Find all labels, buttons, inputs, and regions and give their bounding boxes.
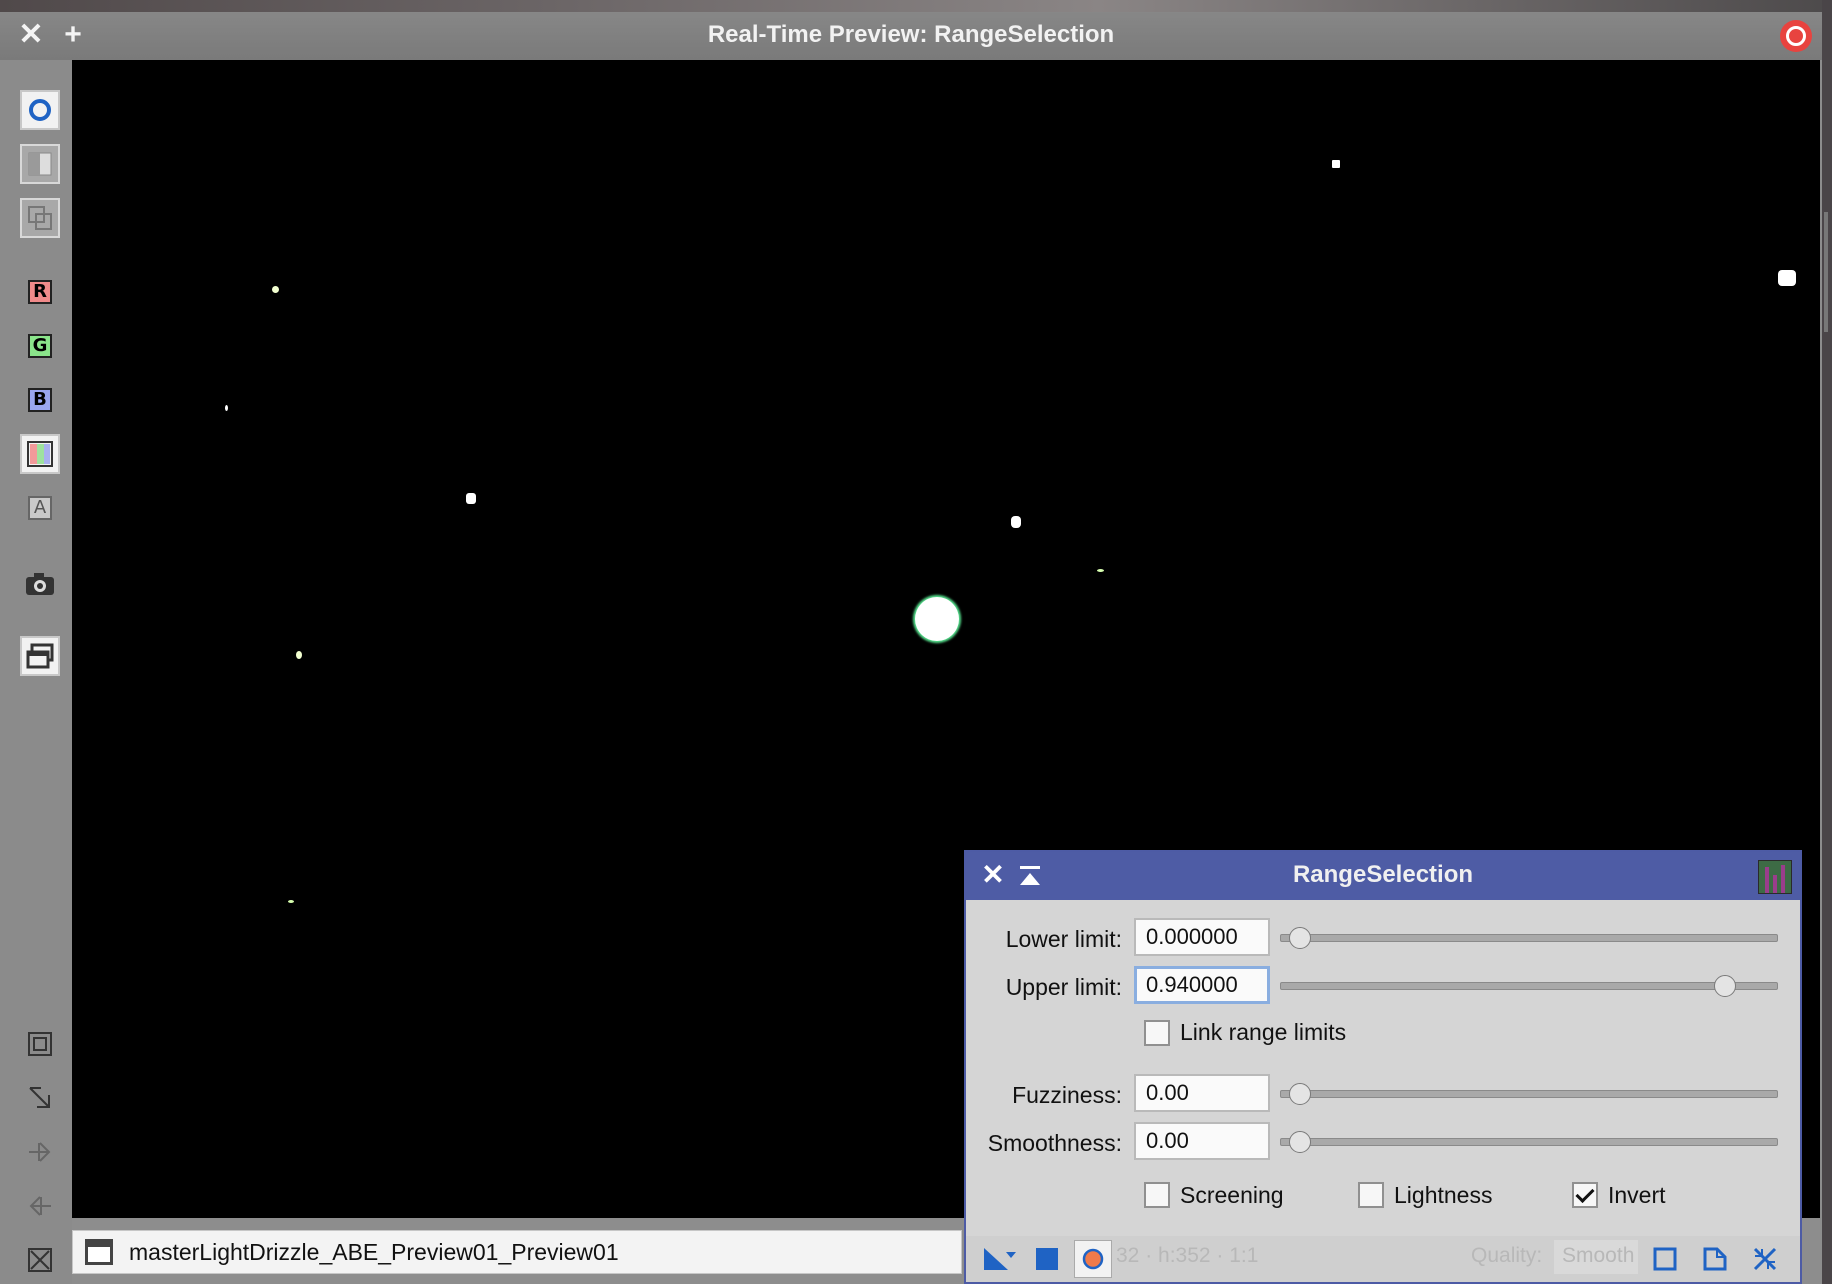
- record-icon[interactable]: [1780, 20, 1812, 52]
- arrow-down-right-icon: [29, 1087, 50, 1108]
- star-mark: [1011, 516, 1021, 528]
- fuzziness-slider[interactable]: [1280, 1083, 1778, 1105]
- window-titlebar[interactable]: ✕ + Real-Time Preview: RangeSelection: [0, 12, 1822, 60]
- star-mark: [1097, 569, 1104, 572]
- preview-toolbar: R G B A: [0, 60, 72, 1284]
- lightness-label: Lightness: [1394, 1182, 1493, 1208]
- snapshot-button[interactable]: [20, 564, 60, 604]
- slider-handle[interactable]: [1289, 1083, 1311, 1105]
- screening-checkbox[interactable]: [1144, 1182, 1170, 1208]
- camera-icon: [26, 573, 54, 595]
- mask-mode-button[interactable]: [20, 144, 60, 184]
- new-window-button[interactable]: [20, 636, 60, 676]
- desktop-edge: [1822, 0, 1832, 1284]
- quality-value: Smooth: [1562, 1244, 1635, 1267]
- bright-star-mark: [915, 597, 959, 641]
- dialog-title: RangeSelection: [1292, 861, 1474, 888]
- green-channel-button[interactable]: G: [20, 326, 60, 366]
- star-mark: [272, 286, 279, 293]
- clone-window-icon: [26, 643, 54, 669]
- apply-icon[interactable]: [1034, 1246, 1060, 1272]
- slider-handle[interactable]: [1713, 975, 1736, 997]
- quality-label: Quality:: [1471, 1244, 1543, 1267]
- upper-limit-label: Upper limit:: [1005, 974, 1122, 1000]
- checker-mask-icon: [28, 152, 52, 176]
- smoothness-label: Smoothness:: [987, 1130, 1122, 1156]
- upper-limit-field[interactable]: 0.940000: [1134, 966, 1270, 1004]
- quality-select[interactable]: Smooth: [1554, 1240, 1638, 1274]
- realtime-preview-button[interactable]: [1074, 1240, 1112, 1278]
- star-mark: [288, 900, 294, 903]
- fuzziness-label: Fuzziness:: [1012, 1082, 1122, 1108]
- star-mark: [1778, 270, 1796, 286]
- reset-icon[interactable]: [1652, 1246, 1678, 1272]
- fit-view-button[interactable]: [20, 1024, 60, 1064]
- dialog-footer: 32 · h:352 · 1:1 Quality: Smooth: [966, 1236, 1800, 1282]
- back-button[interactable]: [20, 1186, 60, 1226]
- star-mark: [225, 405, 228, 411]
- screening-label: Screening: [1180, 1182, 1284, 1208]
- rangeselection-dialog: ✕ RangeSelection Lower limit: 0.000000 U…: [964, 850, 1802, 1284]
- arrow-left-icon: [29, 1196, 51, 1216]
- fit-view-icon: [28, 1032, 52, 1056]
- vertical-scrollbar[interactable]: [1824, 212, 1828, 332]
- overlay-mode-button[interactable]: [20, 198, 60, 238]
- lightness-checkbox[interactable]: [1358, 1182, 1384, 1208]
- window-title: Real-Time Preview: RangeSelection: [707, 21, 1115, 48]
- smoothness-field[interactable]: 0.00: [1134, 1122, 1270, 1160]
- dialog-titlebar[interactable]: ✕ RangeSelection: [966, 852, 1800, 900]
- process-logo-icon: [1758, 860, 1792, 894]
- alpha-channel-icon: A: [28, 496, 52, 520]
- rgb-channels-button[interactable]: [20, 434, 60, 474]
- upper-limit-slider[interactable]: [1280, 975, 1778, 997]
- link-range-limits-checkbox[interactable]: [1144, 1020, 1170, 1046]
- fuzziness-field[interactable]: 0.00: [1134, 1074, 1270, 1112]
- realtime-preview-icon: [1082, 1248, 1104, 1270]
- zoom-to-corner-button[interactable]: [20, 1078, 60, 1118]
- link-range-limits-label: Link range limits: [1180, 1019, 1347, 1045]
- expand-icon: [28, 1248, 52, 1272]
- lower-limit-slider[interactable]: [1280, 927, 1778, 949]
- star-mark: [296, 651, 302, 659]
- desktop-background: [0, 0, 1832, 12]
- alpha-channel-button[interactable]: A: [20, 488, 60, 528]
- lower-limit-field[interactable]: 0.000000: [1134, 918, 1270, 956]
- invert-label: Invert: [1608, 1182, 1666, 1208]
- view-status-bar[interactable]: masterLightDrizzle_ABE_Preview01_Preview…: [72, 1230, 962, 1274]
- blue-channel-button[interactable]: B: [20, 380, 60, 420]
- slider-handle[interactable]: [1289, 927, 1311, 949]
- new-instance-icon[interactable]: [982, 1244, 1018, 1274]
- green-channel-icon: G: [28, 334, 52, 358]
- image-window-icon: [85, 1239, 113, 1265]
- collapse-icon[interactable]: [1752, 1246, 1778, 1272]
- circle-mask-icon: [29, 99, 51, 121]
- red-channel-button[interactable]: R: [20, 272, 60, 312]
- geometry-readout: 32 · h:352 · 1:1: [1116, 1244, 1259, 1267]
- star-mark: [1332, 160, 1340, 168]
- view-identifier: masterLightDrizzle_ABE_Preview01_Preview…: [129, 1239, 619, 1265]
- forward-button[interactable]: [20, 1132, 60, 1172]
- star-mark: [466, 493, 476, 504]
- lower-limit-label: Lower limit:: [1005, 926, 1122, 952]
- rgb-composite-icon: [27, 441, 53, 467]
- invert-checkbox[interactable]: [1572, 1182, 1598, 1208]
- slider-handle[interactable]: [1289, 1131, 1311, 1153]
- blue-channel-icon: B: [28, 388, 52, 412]
- fullscreen-button[interactable]: [20, 1240, 60, 1280]
- document-icon[interactable]: [1702, 1246, 1728, 1272]
- arrow-right-icon: [29, 1142, 51, 1162]
- red-channel-icon: R: [28, 280, 52, 304]
- smoothness-slider[interactable]: [1280, 1131, 1778, 1153]
- overlay-icon: [28, 206, 52, 230]
- show-mask-button[interactable]: [20, 90, 60, 130]
